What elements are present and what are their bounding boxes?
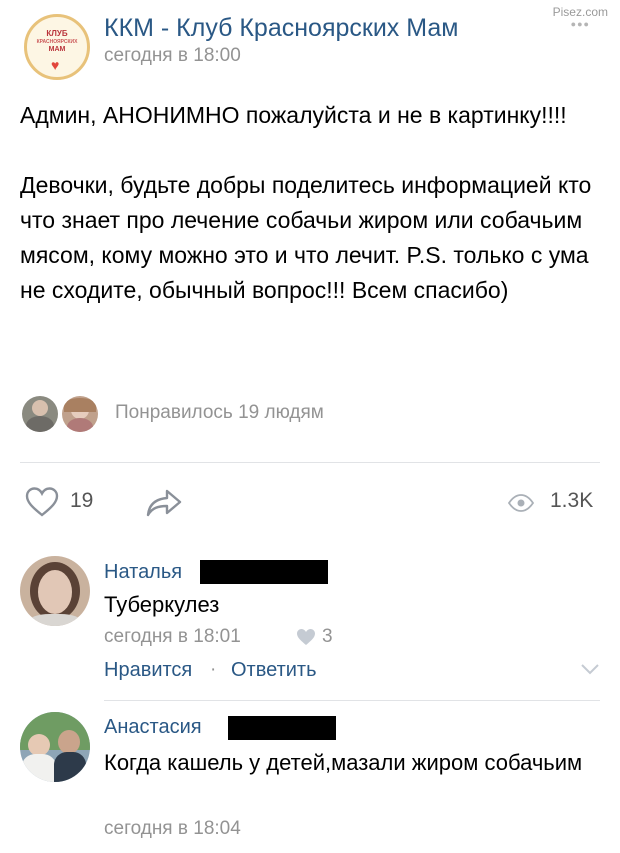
watermark-text: Pisez.com xyxy=(552,5,608,19)
divider xyxy=(20,462,600,463)
avatar-logo-text-2: КРАСНОЯРСКИХ xyxy=(36,39,78,45)
comment-reply-button[interactable]: Ответить xyxy=(231,659,317,682)
redaction-bar xyxy=(200,560,328,584)
chevron-down-icon[interactable] xyxy=(580,662,600,680)
redaction-bar xyxy=(228,716,336,740)
liked-by-text[interactable]: Понравилось 19 людям xyxy=(115,402,324,424)
like-button[interactable] xyxy=(24,486,60,523)
avatar-logo-text-3: МАМ xyxy=(48,46,66,53)
comment-time[interactable]: сегодня в 18:01 xyxy=(104,626,241,648)
heart-logo-icon: ♥ xyxy=(51,57,60,73)
share-icon xyxy=(146,489,182,517)
commenter-name[interactable]: Наталья xyxy=(104,561,182,584)
watermark: Pisez.com ●●● xyxy=(553,6,608,30)
commenter-avatar[interactable] xyxy=(20,712,90,782)
like-count: 19 xyxy=(70,489,94,512)
post-text: Админ, АНОНИМНО пожалуйста и не в картин… xyxy=(20,102,592,303)
commenter-name[interactable]: Анастасия xyxy=(104,716,202,739)
eye-icon xyxy=(507,494,535,517)
views-count: 1.3K xyxy=(550,489,594,512)
comment-text: Когда кашель у детей,мазали жиром собачь… xyxy=(104,750,583,775)
comment-like-button[interactable]: Нравится xyxy=(104,659,192,682)
liker-avatar[interactable] xyxy=(22,396,58,432)
share-button[interactable] xyxy=(145,488,183,523)
post-time[interactable]: сегодня в 18:00 xyxy=(104,45,241,67)
heart-icon xyxy=(25,487,59,517)
post-author[interactable]: ККМ - Клуб Красноярских Мам xyxy=(104,14,458,43)
comment-like-count: 3 xyxy=(322,626,333,647)
divider xyxy=(104,700,600,701)
liker-avatar[interactable] xyxy=(62,396,98,432)
comment-like-heart-icon[interactable] xyxy=(296,628,316,651)
avatar-logo-text-1: КЛУБ xyxy=(46,29,68,38)
community-avatar[interactable]: КЛУБ КРАСНОЯРСКИХ МАМ ♥ xyxy=(24,14,90,80)
comment-text: Туберкулез xyxy=(104,592,220,617)
comment-time[interactable]: сегодня в 18:04 xyxy=(104,818,241,840)
commenter-avatar[interactable] xyxy=(20,556,90,626)
menu-dots-icon[interactable]: ●●● xyxy=(553,18,608,30)
action-separator: · xyxy=(210,659,217,680)
